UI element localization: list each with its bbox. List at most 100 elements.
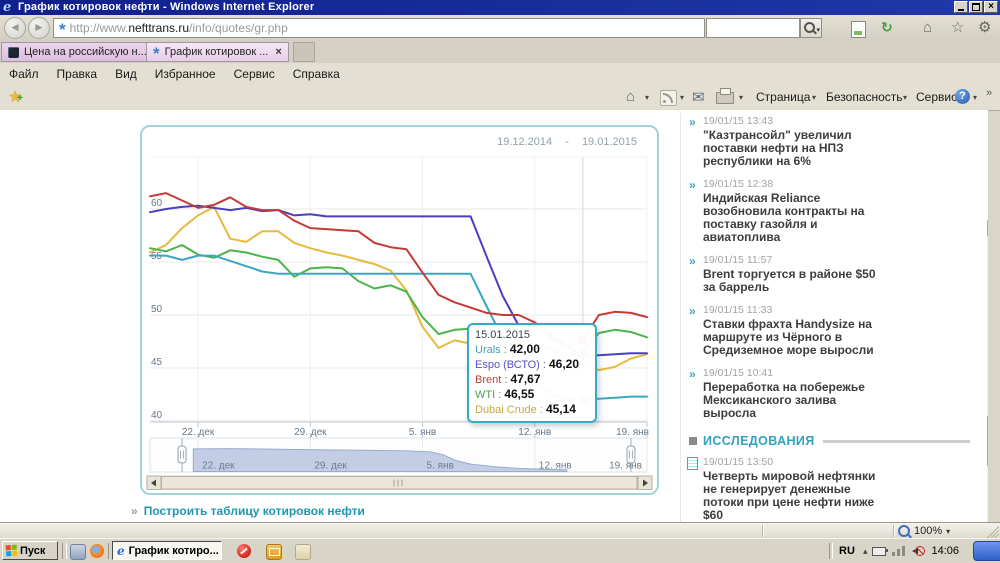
resize-grip[interactable] (987, 526, 999, 538)
scrollbar-thumb[interactable] (987, 416, 988, 466)
add-favorite-star-icon[interactable]: ★ (8, 87, 22, 107)
security-menu-button[interactable]: Безопасность (826, 90, 903, 104)
home-icon[interactable]: ⌂ (923, 19, 932, 37)
menu-item-0[interactable]: Файл (0, 67, 48, 81)
navigator-label: 12. янв (539, 461, 572, 472)
tab-1[interactable]: *График котировок ...× (146, 42, 289, 62)
table-link-row: »Построить таблицу котировок нефти (131, 504, 365, 518)
notes-app-icon[interactable] (295, 544, 311, 560)
show-desktop-badge[interactable] (973, 541, 1000, 561)
tab-close-icon[interactable]: × (275, 46, 281, 58)
news-headline[interactable]: Переработка на побережье Мексиканского з… (703, 381, 881, 420)
news-headline[interactable]: Brent торгуется в районе $50 за баррель (703, 268, 881, 294)
chevron-icon: » (689, 367, 696, 381)
network-signal-icon[interactable] (892, 546, 905, 556)
taskbar-clock: 14:06 (931, 545, 959, 557)
tab-0[interactable]: Цена на российскую н... (1, 42, 154, 62)
battery-icon[interactable] (872, 547, 886, 556)
print-icon[interactable] (716, 92, 734, 104)
help-caret-icon[interactable]: ▾ (973, 93, 977, 102)
chart-scrollbar-thumb[interactable] (162, 477, 638, 490)
news-date: 19/01/15 13:50 (703, 456, 980, 468)
volume-muted-icon[interactable] (911, 545, 925, 557)
menu-item-5[interactable]: Справка (284, 67, 349, 81)
menu-item-2[interactable]: Вид (106, 67, 146, 81)
menu-item-4[interactable]: Сервис (225, 67, 284, 81)
minimize-icon (958, 9, 964, 11)
news-headline[interactable]: Четверть мировой нефтянки не генерирует … (703, 470, 881, 522)
navigator-handle-left[interactable] (178, 446, 186, 463)
menu-item-3[interactable]: Избранное (146, 67, 225, 81)
news-date: 19/01/15 13:43 (703, 115, 980, 127)
home-caret-icon[interactable]: ▾ (645, 93, 649, 102)
news-date: 19/01/15 10:41 (703, 367, 980, 379)
main-chart-svg[interactable]: 404550556022. дек29. дек5. янв12. янв19.… (142, 127, 657, 493)
page-menu-button[interactable]: Страница (756, 90, 810, 104)
research-item-0[interactable]: 19/01/15 13:50 Четверть мировой нефтянки … (681, 456, 980, 522)
news-headline[interactable]: "Казтрансойл" увеличил поставки нефти на… (703, 129, 881, 168)
chart-tooltip: 15.01.2015 Urals : 42,00Espo (ВСТО) : 46… (467, 323, 597, 423)
build-quotes-table-link[interactable]: Построить таблицу котировок нефти (144, 504, 365, 518)
url-prefix: http://www. (70, 21, 129, 35)
tooltip-row-3: WTI : 46,55 (475, 387, 589, 402)
tools-menu-button[interactable]: Сервис (916, 90, 957, 104)
settings-gear-icon[interactable]: ⚙ (978, 19, 991, 37)
tab-favicon-0 (8, 47, 19, 58)
restore-button[interactable] (969, 1, 983, 13)
navigator-label: 5. янв (427, 461, 454, 472)
site-favicon: * (59, 25, 66, 35)
search-input[interactable] (706, 18, 800, 38)
news-item-2[interactable]: »19/01/15 11:57Brent торгуется в районе … (681, 254, 980, 294)
tab-label-1: График котировок ... (165, 46, 269, 58)
back-button[interactable]: ◄ (4, 17, 26, 39)
minimize-button[interactable] (954, 1, 968, 13)
taskbar: Пуск e График котиро... RU ▴ 14:06 (0, 538, 1000, 563)
news-headline[interactable]: Индийская Reliance возобновила контракты… (703, 192, 881, 244)
title-bar: e График котировок нефти - Windows Inter… (0, 0, 1000, 15)
download-manager-icon[interactable] (237, 544, 251, 558)
command-bar: ★ ⌂ ▾ ▾ ✉ ▾ Страница ▾ Безопасность ▾ Се… (0, 84, 1000, 111)
menu-item-1[interactable]: Правка (48, 67, 107, 81)
address-bar[interactable]: * http://www.nefttrans.ru/info/quotes/gr… (53, 18, 705, 38)
news-item-1[interactable]: »19/01/15 12:38Индийская Reliance возобн… (681, 178, 980, 244)
mail-client-icon[interactable] (266, 544, 282, 560)
security-caret-icon[interactable]: ▾ (903, 93, 907, 102)
refresh-icon[interactable]: ↻ (881, 19, 893, 36)
search-caret-icon: ▾ (816, 26, 820, 34)
chart-panel: 19.12.2014 - 19.01.2015 404550556022. де… (140, 125, 659, 495)
mail-icon[interactable]: ✉ (692, 88, 705, 106)
news-headline[interactable]: Ставки фрахта Handysize на маршруте из Ч… (703, 318, 881, 357)
status-bar: 100% ▾ (0, 522, 1000, 539)
print-caret-icon[interactable]: ▾ (739, 93, 743, 102)
forward-button[interactable]: ► (28, 17, 50, 39)
page-caret-icon[interactable]: ▾ (812, 93, 816, 102)
navigator-handle-right[interactable] (627, 446, 635, 463)
news-item-3[interactable]: »19/01/15 11:33Ставки фрахта Handysize н… (681, 304, 980, 357)
page-scrollbar[interactable]: ▲ ▼ (987, 220, 988, 522)
zoom-control[interactable]: 100% ▾ (898, 524, 980, 538)
news-item-0[interactable]: »19/01/15 13:43"Казтрансойл" увеличил по… (681, 115, 980, 168)
search-button[interactable]: ▾ (800, 18, 822, 38)
help-button[interactable]: ? (955, 89, 970, 104)
favorites-star-icon[interactable]: ☆ (951, 19, 964, 37)
tray-expand-icon[interactable]: ▴ (863, 546, 868, 557)
home-menu-icon[interactable]: ⌂ (626, 88, 635, 105)
new-tab-stub[interactable] (293, 42, 315, 62)
research-bullet-icon (689, 437, 697, 445)
active-task-button[interactable]: e График котиро... (112, 541, 222, 560)
scroll-up-icon[interactable]: ▲ (987, 220, 988, 236)
rss-caret-icon[interactable]: ▾ (680, 93, 684, 102)
more-commands-chevron[interactable]: » (986, 87, 992, 99)
system-tray: RU ▴ 14:06 (829, 541, 1000, 561)
language-indicator[interactable]: RU (839, 545, 855, 557)
firefox-icon[interactable] (90, 544, 104, 558)
y-axis-label: 40 (151, 410, 163, 421)
rss-feed-icon[interactable] (660, 90, 677, 106)
compatibility-view-icon[interactable] (851, 21, 866, 38)
news-item-4[interactable]: » 19/01/15 10:41 Переработка на побережье … (681, 367, 980, 420)
chevron-icon: » (689, 304, 696, 318)
close-button[interactable]: × (984, 1, 998, 13)
start-button[interactable]: Пуск (2, 541, 58, 560)
quicklaunch-app-icon[interactable] (70, 544, 86, 560)
window-title: График котировок нефти - Windows Interne… (18, 1, 314, 13)
